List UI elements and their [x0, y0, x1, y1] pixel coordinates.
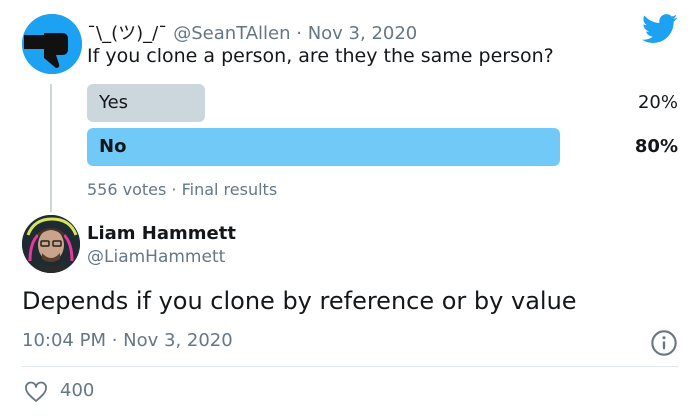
- twitter-bird-icon[interactable]: [642, 14, 678, 44]
- poll-footer: 556 votes · Final results: [87, 180, 278, 199]
- quoted-display-name[interactable]: ¯\_(ツ)_/¯: [87, 23, 167, 44]
- reply-timestamp[interactable]: 10:04 PM · Nov 3, 2020: [22, 330, 233, 351]
- avatar-seantallen[interactable]: [22, 14, 82, 74]
- like-count: 400: [60, 380, 95, 401]
- avatar-liamhammett[interactable]: [22, 215, 80, 273]
- quoted-date[interactable]: Nov 3, 2020: [308, 23, 418, 44]
- heart-icon[interactable]: [24, 381, 48, 403]
- poll-option-yes-label: Yes: [99, 92, 129, 113]
- poll-bar-no: [87, 128, 560, 166]
- poll-option-no-percent: 80%: [634, 136, 678, 157]
- reply-handle[interactable]: @LiamHammett: [87, 247, 225, 267]
- poll-option-yes-percent: 20%: [637, 92, 678, 113]
- info-icon[interactable]: [650, 329, 678, 357]
- quoted-tweet-text: If you clone a person, are they the same…: [87, 45, 554, 67]
- thread-line: [50, 84, 52, 212]
- poll-option-no-label: No: [99, 136, 127, 157]
- profile-photo-icon: [22, 215, 80, 273]
- reply-display-name[interactable]: Liam Hammett: [87, 223, 236, 244]
- quoted-tweet-header: ¯\_(ツ)_/¯ @SeanTAllen · Nov 3, 2020: [87, 23, 418, 44]
- quoted-handle[interactable]: @SeanTAllen: [173, 23, 290, 44]
- divider: [22, 366, 678, 367]
- thumbs-down-icon: [22, 14, 82, 74]
- reply-tweet-text: Depends if you clone by reference or by …: [22, 287, 577, 315]
